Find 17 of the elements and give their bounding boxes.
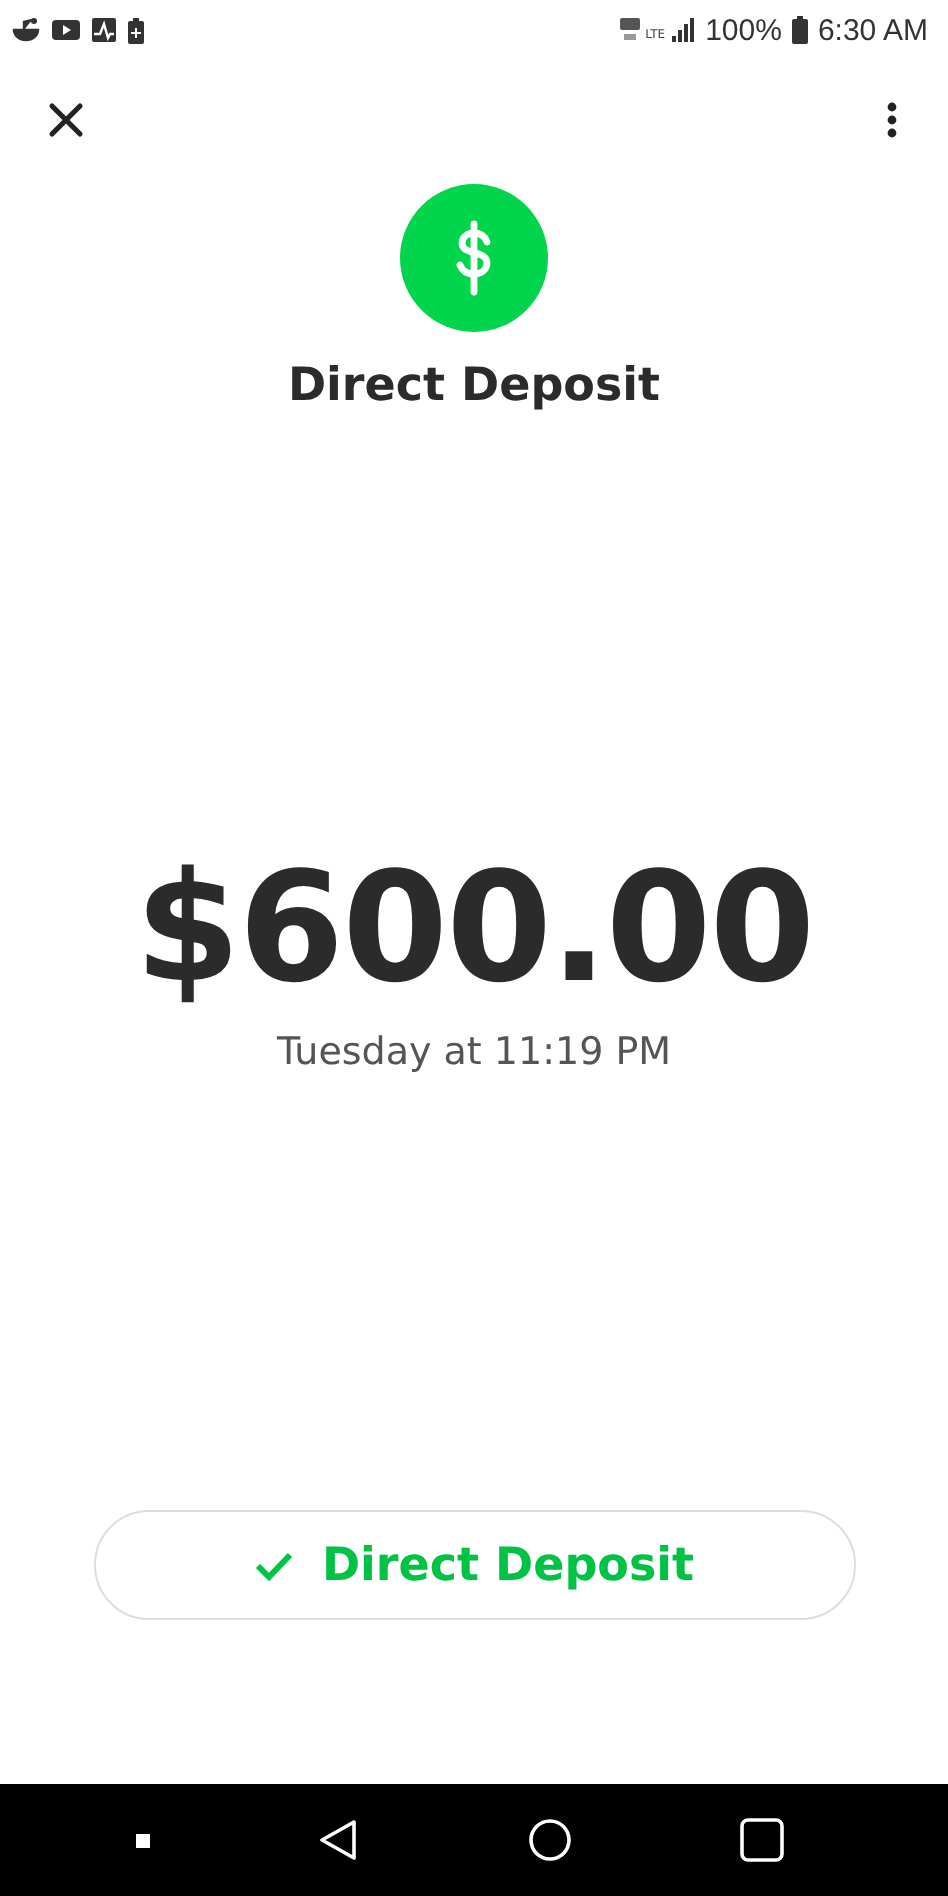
activity-icon	[92, 18, 116, 42]
back-icon[interactable]	[318, 1818, 359, 1862]
battery-charging-icon	[128, 17, 144, 43]
recents-icon[interactable]	[739, 1818, 784, 1862]
video-icon	[52, 20, 80, 40]
close-icon[interactable]	[48, 102, 84, 138]
transaction-title: Direct Deposit	[285, 360, 663, 412]
amount: $600.00	[132, 838, 816, 1018]
battery-percent: 100%	[705, 13, 782, 47]
clock: 6:30 AM	[817, 13, 928, 47]
transaction-date: Tuesday at 11:19 PM	[274, 1030, 674, 1074]
signal-icon	[671, 18, 696, 42]
direct-deposit-button[interactable]: Direct Deposit	[93, 1510, 855, 1620]
dollar-avatar-icon	[400, 184, 548, 332]
more-options-icon[interactable]	[886, 102, 898, 138]
battery-icon	[791, 16, 808, 44]
home-icon[interactable]	[527, 1818, 572, 1862]
